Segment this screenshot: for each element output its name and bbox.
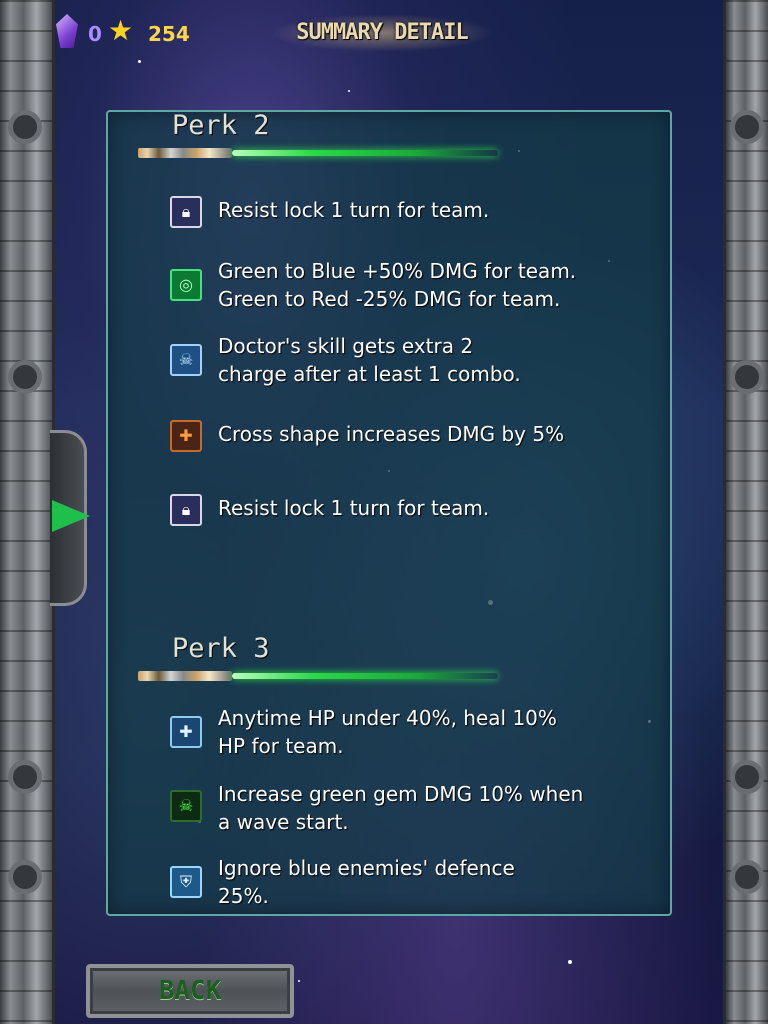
gear-icon bbox=[8, 760, 42, 794]
gear-icon bbox=[730, 360, 764, 394]
arrow-right-icon[interactable] bbox=[52, 500, 90, 532]
gear-icon bbox=[8, 360, 42, 394]
gear-icon bbox=[730, 110, 764, 144]
gear-icon bbox=[8, 110, 42, 144]
star bbox=[568, 960, 572, 964]
perk-item-text: Resist lock 1 turn for team. bbox=[218, 198, 490, 222]
left-metal-frame bbox=[0, 0, 55, 1024]
gem-count: 0 bbox=[88, 22, 102, 46]
gold-star-icon: ★ bbox=[108, 14, 134, 47]
perk-item-text: Ignore blue enemies' defence 25%. bbox=[218, 856, 515, 908]
perk-3-title: Perk 3 bbox=[172, 633, 270, 664]
cross-shape-icon: ✚ bbox=[170, 420, 202, 452]
perk-item-text: Resist lock 1 turn for team. bbox=[218, 496, 490, 520]
lock-icon: 🔒︎ bbox=[170, 494, 202, 526]
star bbox=[348, 90, 350, 92]
perk-2-title: Perk 2 bbox=[172, 110, 270, 141]
gear-icon bbox=[730, 860, 764, 894]
lock-icon: 🔒︎ bbox=[170, 196, 202, 228]
star bbox=[138, 60, 141, 63]
star-count: 254 bbox=[148, 22, 190, 46]
right-metal-frame bbox=[723, 0, 768, 1024]
doctor-skull-icon: ☠ bbox=[170, 344, 202, 376]
perk-item-text: Cross shape increases DMG by 5% bbox=[218, 422, 565, 446]
lightsaber-divider bbox=[138, 146, 498, 160]
page-title: SUMMARY DETAIL bbox=[270, 14, 494, 52]
green-skull-icon: ☠ bbox=[170, 790, 202, 822]
star bbox=[298, 980, 300, 982]
lightsaber-divider bbox=[138, 669, 498, 683]
back-button[interactable]: BACK bbox=[86, 964, 294, 1018]
gear-icon bbox=[730, 760, 764, 794]
heal-cross-icon: ✚ bbox=[170, 716, 202, 748]
perk-item-text: Doctor's skill gets extra 2 charge after… bbox=[218, 334, 521, 386]
green-swirl-icon: ◎ bbox=[170, 269, 202, 301]
gear-icon bbox=[8, 860, 42, 894]
blue-shield-icon: ⛨ bbox=[170, 866, 202, 898]
perk-item-text: Increase green gem DMG 10% when a wave s… bbox=[218, 782, 584, 834]
perk-item-text: Anytime HP under 40%, heal 10% HP for te… bbox=[218, 706, 557, 758]
perk-item-text: Green to Blue +50% DMG for team. Green t… bbox=[218, 259, 577, 311]
